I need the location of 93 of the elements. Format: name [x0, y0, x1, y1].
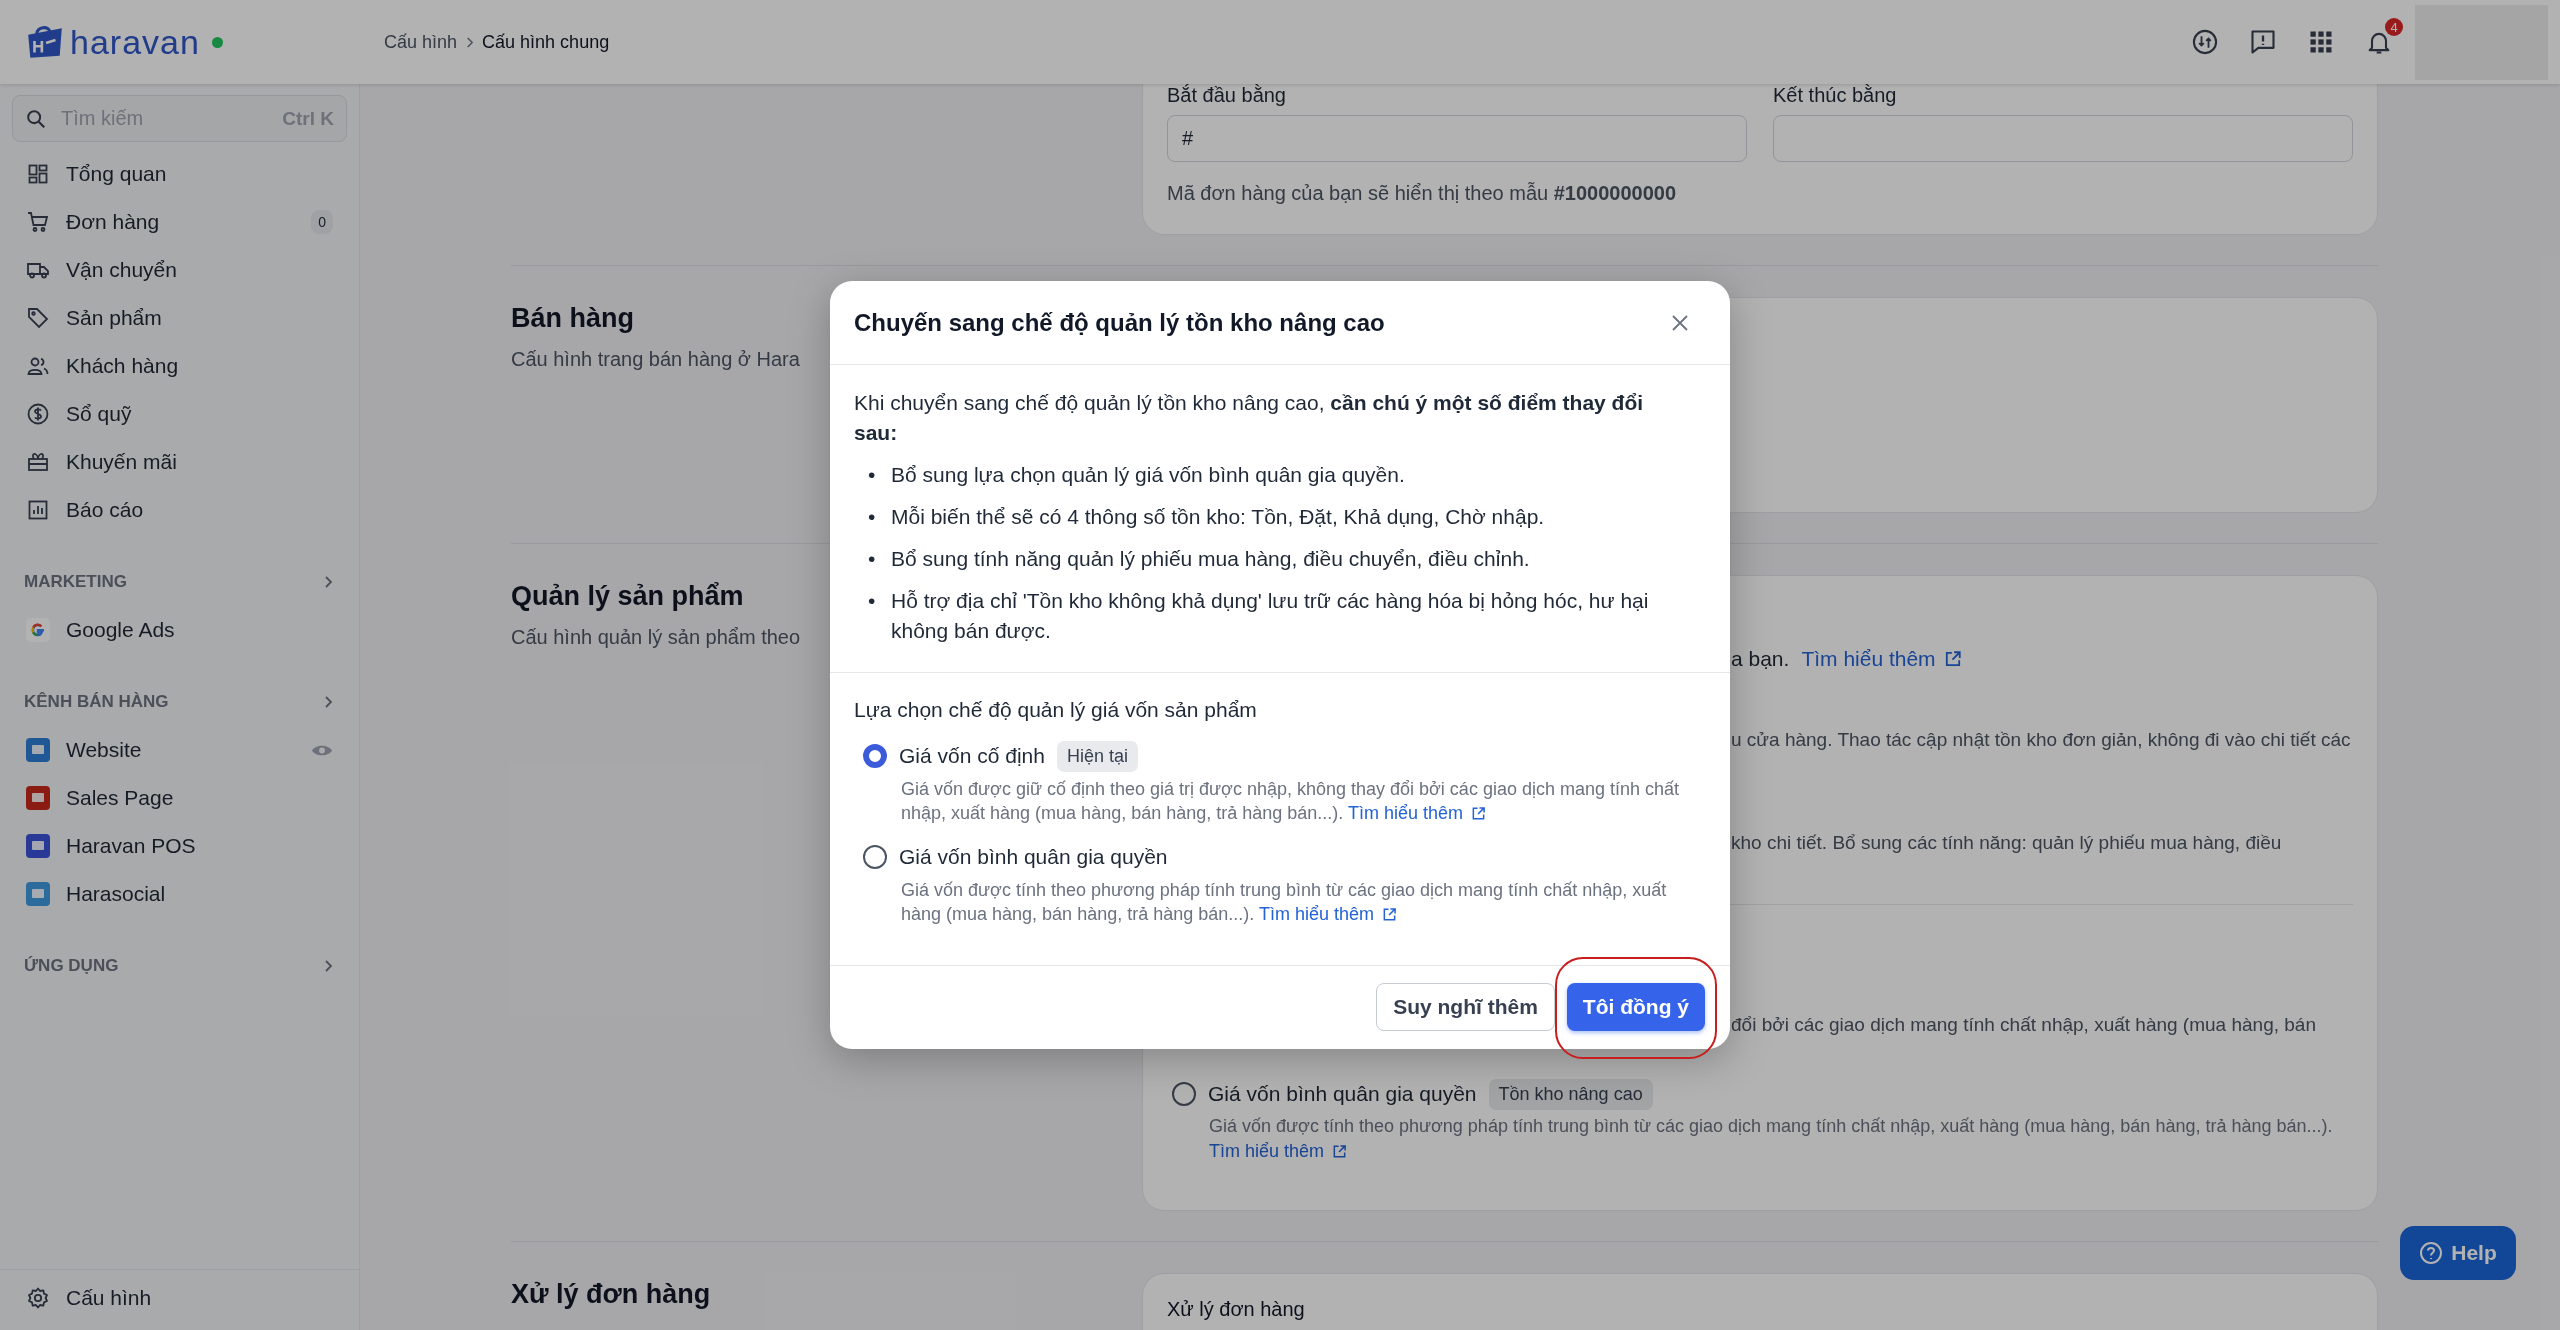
close-icon[interactable]	[1670, 312, 1690, 333]
body-text: đổi bởi các giao dịch mang tính chất nhập, xuất hàng (mua hàng, bán	[1731, 1013, 2316, 1037]
channel-app-icon	[26, 738, 50, 762]
google-logo-icon	[26, 618, 50, 642]
input-field[interactable]	[1773, 115, 2353, 162]
nav-item[interactable]: Đơn hàng 0	[12, 198, 347, 246]
learn-more-link[interactable]: Tìm hiểu thêm	[1258, 904, 1397, 924]
external-link-icon	[1382, 907, 1397, 922]
chevron-right-icon	[323, 575, 333, 589]
section-header[interactable]: KÊNH BÁN HÀNG	[12, 678, 347, 726]
settings-icon	[26, 1286, 50, 1310]
section-title: Xử lý đơn hàng	[511, 1279, 711, 1310]
option-label[interactable]: Giá vốn bình quân gia quyền	[899, 845, 1168, 869]
nav-item[interactable]: Tổng quan	[12, 150, 347, 198]
chart-icon	[26, 498, 50, 522]
bullet-marker: •	[868, 546, 877, 572]
option-description: Giá vốn được tính theo phương pháp tính trung bình từ các giao dịch mang tính chất nhập, xuất hàng (mua hàng, bán hàng, trả hàng bán...). Tìm hiểu thêm	[1209, 1115, 2334, 1163]
cart-icon	[26, 210, 50, 234]
bullet-point: Bổ sung tính năng quản lý phiếu mua hàng, điều chuyển, điều chỉnh.	[891, 546, 1530, 572]
dialog-title: Chuyến sang chế độ quản lý tồn kho nâng cao	[854, 308, 1385, 337]
hint-text: Mã đơn hàng của bạn sẽ hiển thị theo mẫu #1000000000	[1167, 182, 1678, 205]
option-description: Giá vốn được giữ cố định theo giá trị được nhập, không thay đổi bởi các giao dịch mang tính chất nhập, xuất hàng (mua hàng, bán hàng, trả hàng bán...). Tìm hiểu thêm	[901, 778, 1680, 825]
chevron-right-icon	[323, 695, 333, 709]
notification-count: 4	[2385, 18, 2403, 36]
field-label: Bắt đầu bằng	[1167, 84, 1287, 107]
status-tag: Hiện tại	[1056, 740, 1138, 772]
nav-item[interactable]: Báo cáo	[12, 486, 347, 534]
input-field[interactable]: #	[1167, 115, 1747, 162]
logo-text[interactable]: haravan	[70, 22, 200, 62]
online-dot-icon	[211, 36, 223, 48]
body-text: u cửa hàng. Thao tác cập nhật tồn kho đơn giản, không đi vào chi tiết các	[1731, 728, 2351, 752]
field-label: Kết thúc bằng	[1773, 84, 1898, 107]
chevron-right-icon	[323, 959, 333, 973]
nav-item[interactable]: Vận chuyển	[12, 246, 347, 294]
bullet-point: Mỗi biến thể sẽ có 4 thông số tồn kho: Tồn, Đặt, Khả dụng, Chờ nhập.	[891, 504, 1545, 530]
nav-item[interactable]: Cấu hình	[12, 1274, 347, 1322]
external-link-icon	[1471, 806, 1487, 821]
radio-button[interactable]	[1172, 1082, 1196, 1106]
channel-app-icon	[26, 882, 50, 906]
tag-icon	[26, 306, 50, 330]
nav-item[interactable]: Google Ads	[12, 606, 347, 654]
confirm-button[interactable]: Tôi đồng ý	[1566, 983, 1705, 1031]
section-description: Cấu hình trang bán hàng ở Hara	[511, 348, 800, 371]
nav-item[interactable]: Harasocial	[12, 870, 347, 918]
external-link-icon	[1943, 650, 1962, 668]
body-text: kho chi tiết. Bổ sung các tính năng: quản lý phiếu mua hàng, điều	[1731, 831, 2282, 855]
count-badge: 0	[311, 210, 333, 234]
bullet-marker: •	[868, 588, 877, 614]
bullet-point: Hỗ trợ địa chỉ 'Tồn kho không khả dụng' lưu trữ các hàng hóa bị hỏng hóc, hư hại không bán được.	[891, 588, 1650, 644]
option-label: Giá vốn bình quân gia quyền	[1208, 1082, 1477, 1106]
question-icon	[2419, 1241, 2444, 1265]
card-title: Xử lý đơn hàng	[1167, 1298, 1305, 1320]
dashboard-icon	[26, 162, 50, 186]
dollar-icon	[26, 402, 50, 426]
dialog-text: Khi chuyển sang chế độ quản lý tồn kho nâng cao, cần chú ý một số điểm thay đổi sau:	[854, 390, 1645, 446]
chevron-right-icon	[465, 35, 475, 49]
nav-item[interactable]: Haravan POS	[12, 822, 347, 870]
external-link-icon	[1332, 1144, 1348, 1159]
section-header[interactable]: MARKETING	[12, 558, 347, 606]
cancel-button[interactable]: Suy nghĩ thêm	[1376, 983, 1555, 1031]
bullet-marker: •	[868, 462, 877, 488]
breadcrumb-link[interactable]: Cấu hình	[384, 31, 458, 53]
currency-exchange-icon[interactable]	[2191, 28, 2219, 56]
nav-item[interactable]: Khuyến mãi	[12, 438, 347, 486]
search-field[interactable]: Tìm kiếm	[59, 106, 271, 131]
learn-more-link[interactable]: Tìm hiểu thêm	[1348, 803, 1487, 823]
status-tag: Tồn kho nâng cao	[1488, 1078, 1653, 1110]
nav-item[interactable]: Sales Page	[12, 774, 347, 822]
option-description: Giá vốn được tính theo phương pháp tính trung bình từ các giao dịch mang tính chất nhập, xuất hàng (mua hàng, bán hàng, trả hàng bán...). Tìm hiểu thêm	[901, 879, 1668, 926]
nav-item[interactable]: Khách hàng	[12, 342, 347, 390]
nav-item[interactable]: Sản phẩm	[12, 294, 347, 342]
message-alert-icon[interactable]	[2249, 28, 2277, 56]
nav-item[interactable]: Website	[12, 726, 347, 774]
section-description: Cấu hình quản lý sản phẩm theo	[511, 626, 801, 649]
section-header[interactable]: ỨNG DỤNG	[12, 942, 347, 990]
search-icon	[25, 107, 47, 130]
option-label[interactable]: Giá vốn cố định	[899, 744, 1045, 768]
bullet-point: Bổ sung lựa chọn quản lý giá vốn bình quân gia quyền.	[891, 462, 1405, 488]
channel-app-icon	[26, 786, 50, 810]
body-text: a bạn.	[1731, 646, 1790, 672]
shortcut-hint: Ctrl K	[282, 107, 334, 130]
learn-more-link[interactable]: Tìm hiểu thêm	[1801, 645, 1962, 673]
channel-app-icon	[26, 834, 50, 858]
section-title: Bán hàng	[511, 303, 634, 334]
radio-button[interactable]	[863, 744, 887, 768]
bullet-marker: •	[868, 504, 877, 530]
gift-icon	[26, 450, 50, 474]
radio-button[interactable]	[863, 845, 887, 869]
options-heading: Lựa chọn chế độ quản lý giá vốn sản phẩm	[854, 697, 1258, 723]
section-title: Quản lý sản phẩm	[511, 581, 744, 612]
learn-more-link[interactable]: Tìm hiểu thêm	[1209, 1141, 1348, 1161]
nav-item[interactable]: Sổ quỹ	[12, 390, 347, 438]
help-button[interactable]: Help	[2400, 1226, 2516, 1280]
